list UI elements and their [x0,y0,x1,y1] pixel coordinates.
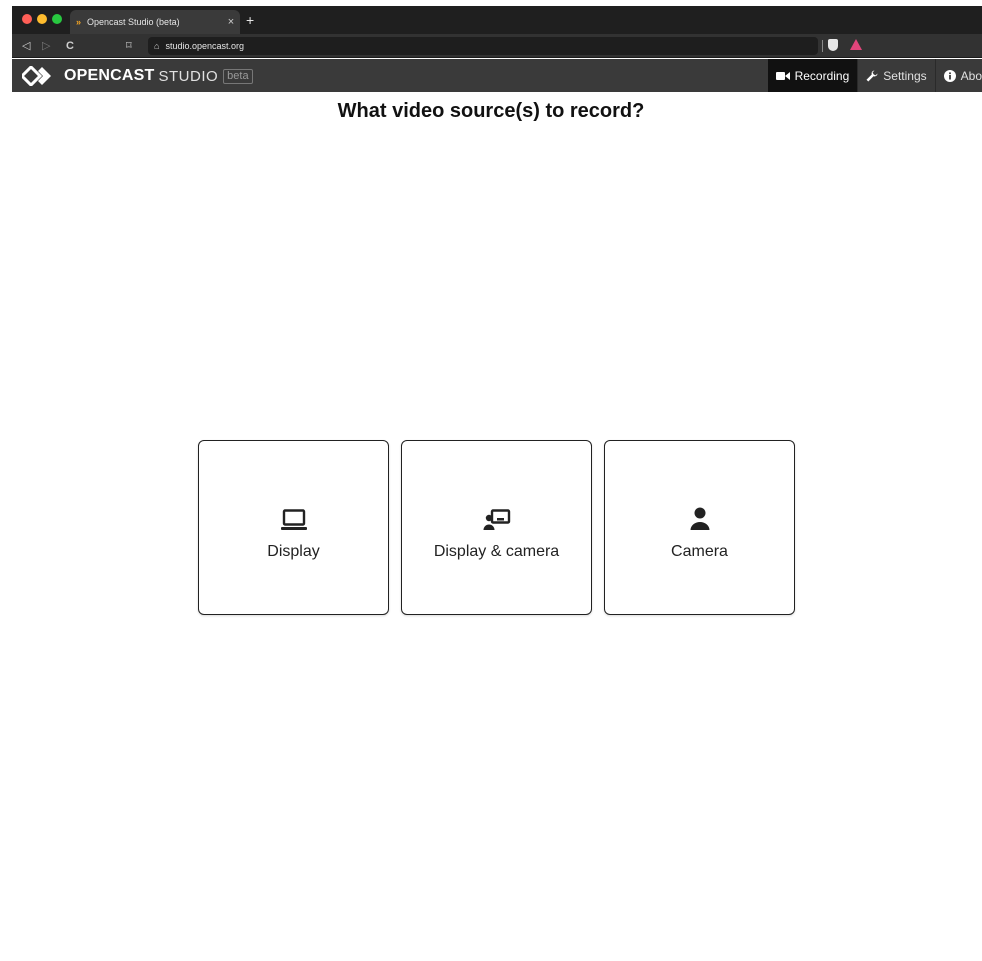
nav-tab-about[interactable]: Abo [934,59,982,92]
browser-tab[interactable]: » Opencast Studio (beta) × [70,10,240,34]
video-camera-icon [775,71,790,80]
lock-icon: ⌂ [154,41,160,51]
bookmark-icon[interactable]: ⌑ [126,39,132,53]
source-label: Camera [671,542,728,560]
forward-icon[interactable]: ▷ [42,39,50,53]
rewards-extension-icon[interactable] [850,39,862,50]
address-bar-row: ◁ ▷ C ⌑ ⌂ studio.opencast.org [12,34,982,58]
page-title: What video source(s) to record? [337,100,645,122]
favicon-icon: » [76,17,82,27]
brand-product: STUDIO [158,67,219,85]
app-header: OPENCAST STUDIO beta Recording Settings [12,59,982,92]
browser-tab-bar: » Opencast Studio (beta) × + [12,6,982,34]
url-input[interactable]: ⌂ studio.opencast.org [148,37,818,55]
toolbar-divider [822,40,823,52]
monitor-icon [280,503,308,531]
nav-tab-label: Recording [794,68,850,83]
opencast-logo-icon [22,66,51,86]
display-camera-source-button[interactable]: Display & camera [401,440,592,615]
tab-title: Opencast Studio (beta) [87,17,180,27]
source-options: Display Display & camera Camera [198,440,795,615]
wrench-icon [866,70,878,81]
display-source-button[interactable]: Display [198,440,389,615]
tab-close-icon[interactable]: × [222,16,240,28]
nav-tab-label: Abo [960,68,982,83]
source-label: Display & camera [433,542,560,560]
camera-source-button[interactable]: Camera [604,440,795,615]
nav-tab-recording[interactable]: Recording [767,59,858,92]
app-nav: Recording Settings Abo [767,59,982,92]
maximize-window-button[interactable] [52,14,62,24]
brand-name: OPENCAST [64,67,155,84]
minimize-window-button[interactable] [37,14,47,24]
new-tab-button[interactable]: + [246,12,254,28]
nav-tab-label: Settings [883,68,927,83]
display-camera-icon [483,503,511,531]
url-text: studio.opencast.org [165,41,244,51]
person-icon [689,503,711,531]
close-window-button[interactable] [22,14,32,24]
shield-extension-icon[interactable] [828,39,838,51]
nav-tab-settings[interactable]: Settings [857,59,934,92]
app-logo[interactable]: OPENCAST STUDIO beta [22,65,253,87]
back-icon[interactable]: ◁ [22,39,30,53]
info-icon [943,69,956,82]
reload-icon[interactable]: C [66,39,74,53]
beta-badge: beta [223,68,253,84]
source-label: Display [267,542,320,560]
